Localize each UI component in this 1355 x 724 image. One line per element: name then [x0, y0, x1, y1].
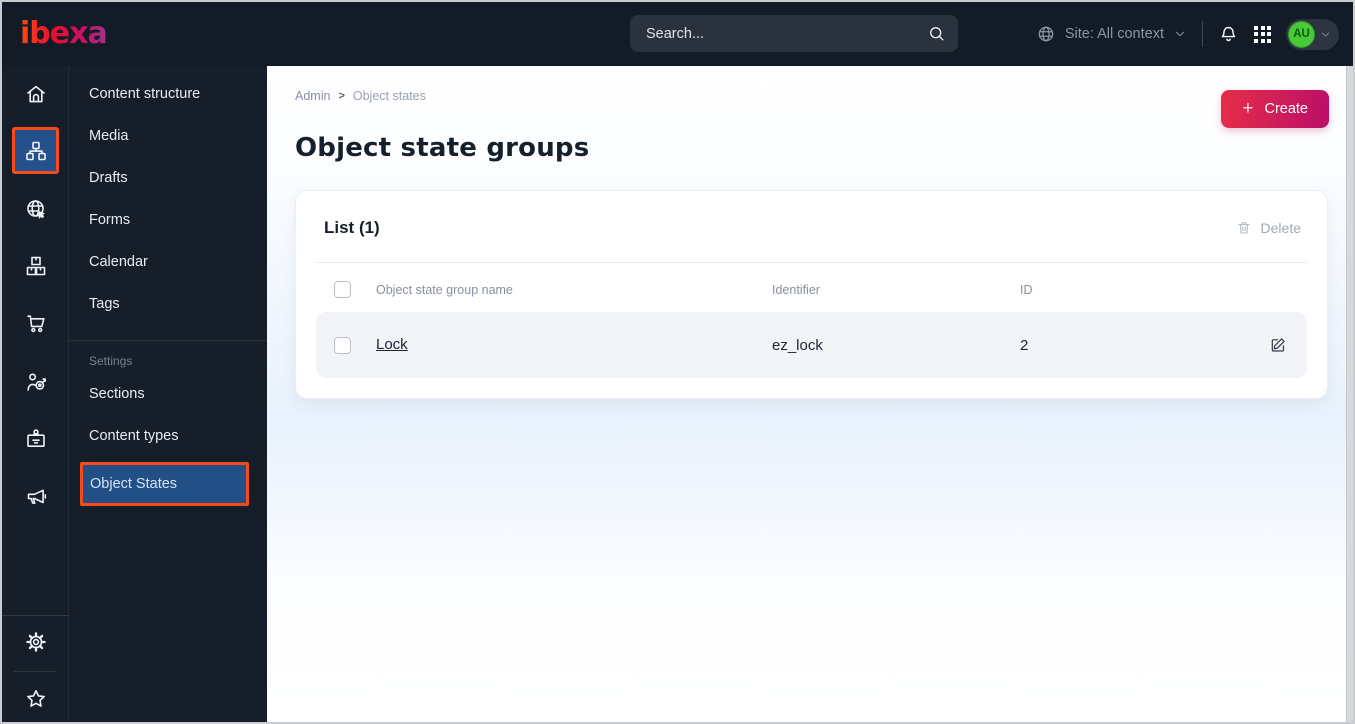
site-context-dropdown[interactable]: Site: All context [1036, 24, 1187, 44]
scrollbar[interactable] [1346, 66, 1353, 722]
sidebar-item-tags[interactable]: Tags [69, 283, 267, 325]
commerce-cart-rail-icon[interactable] [2, 311, 69, 335]
sidebar-item-sections[interactable]: Sections [69, 373, 267, 415]
object-state-group-link[interactable]: Lock [376, 336, 408, 353]
search-input[interactable] [646, 25, 927, 42]
sidebar-item-calendar[interactable]: Calendar [69, 241, 267, 283]
column-header-id: ID [1020, 282, 1033, 297]
rail-divider [14, 671, 57, 672]
sidebar-item-forms[interactable]: Forms [69, 199, 267, 241]
table-header: Object state group name Identifier ID [316, 263, 1307, 312]
site-context-label: Site: All context [1064, 26, 1164, 42]
sidebar-item-media[interactable]: Media [69, 115, 267, 157]
notifications-bell-icon[interactable] [1218, 24, 1239, 45]
edit-button[interactable] [1269, 336, 1287, 354]
user-menu[interactable]: AU [1286, 18, 1339, 50]
marketing-megaphone-rail-icon[interactable] [2, 484, 69, 508]
main-content: Admin > Object states + Create Object st… [267, 66, 1353, 722]
ibexa-logo: ibexa [20, 16, 108, 51]
breadcrumb-admin[interactable]: Admin [295, 89, 330, 103]
sidebar-item-drafts[interactable]: Drafts [69, 157, 267, 199]
bookmarks-star-icon[interactable] [2, 687, 69, 711]
sidebar-menu: Content structure Media Drafts Forms Cal… [69, 66, 267, 722]
topbar-actions: Site: All context AU [1036, 2, 1339, 66]
app-grid-icon[interactable] [1254, 25, 1271, 43]
plus-icon: + [1242, 97, 1254, 119]
content-structure-rail-icon[interactable] [12, 127, 59, 174]
column-header-name: Object state group name [376, 282, 513, 297]
sidebar-item-content-types[interactable]: Content types [69, 415, 267, 457]
delete-button[interactable]: Delete [1236, 220, 1301, 236]
dashboard-home-icon[interactable] [2, 82, 69, 106]
page-title: Object state groups [295, 133, 590, 163]
sidebar-item-object-states[interactable]: Object States [80, 462, 249, 506]
row-identifier: ez_lock [772, 336, 823, 354]
breadcrumb-separator: > [338, 90, 345, 102]
create-button-label: Create [1264, 101, 1308, 117]
breadcrumb: Admin > Object states [267, 66, 1353, 104]
site-rail-icon[interactable] [2, 197, 69, 221]
menu-divider [69, 340, 267, 341]
column-header-identifier: Identifier [772, 282, 820, 297]
members-badge-rail-icon[interactable] [2, 427, 69, 451]
trash-icon [1236, 220, 1252, 236]
chevron-down-icon [1173, 27, 1187, 41]
icon-rail [2, 66, 69, 722]
search-icon[interactable] [927, 24, 946, 43]
app-window: ibexa Site: All context [0, 0, 1355, 724]
chevron-down-icon [1319, 28, 1332, 41]
list-title: List (1) [324, 218, 380, 237]
object-state-groups-card: List (1) Delete Object state group name … [295, 190, 1328, 399]
select-all-checkbox[interactable] [334, 281, 351, 298]
sidebar-item-content-structure[interactable]: Content structure [69, 73, 267, 115]
globe-icon [1036, 24, 1056, 44]
create-button[interactable]: + Create [1221, 90, 1329, 128]
card-header: List (1) Delete [316, 213, 1307, 243]
settings-section-label: Settings [89, 354, 133, 368]
breadcrumb-current: Object states [352, 89, 426, 103]
customers-rail-icon[interactable] [2, 370, 69, 394]
sidebar: Content structure Media Drafts Forms Cal… [2, 66, 267, 722]
topbar-divider [1202, 21, 1203, 47]
row-id: 2 [1020, 336, 1029, 354]
row-checkbox[interactable] [334, 336, 351, 354]
table-row: Lock ez_lock 2 [316, 312, 1307, 378]
delete-button-label: Delete [1260, 220, 1301, 236]
rail-divider [2, 615, 69, 616]
settings-gear-icon[interactable] [2, 630, 69, 654]
global-search[interactable] [630, 15, 958, 52]
avatar: AU [1288, 20, 1315, 48]
product-catalog-rail-icon[interactable] [2, 254, 69, 278]
topbar: ibexa Site: All context [2, 2, 1353, 66]
